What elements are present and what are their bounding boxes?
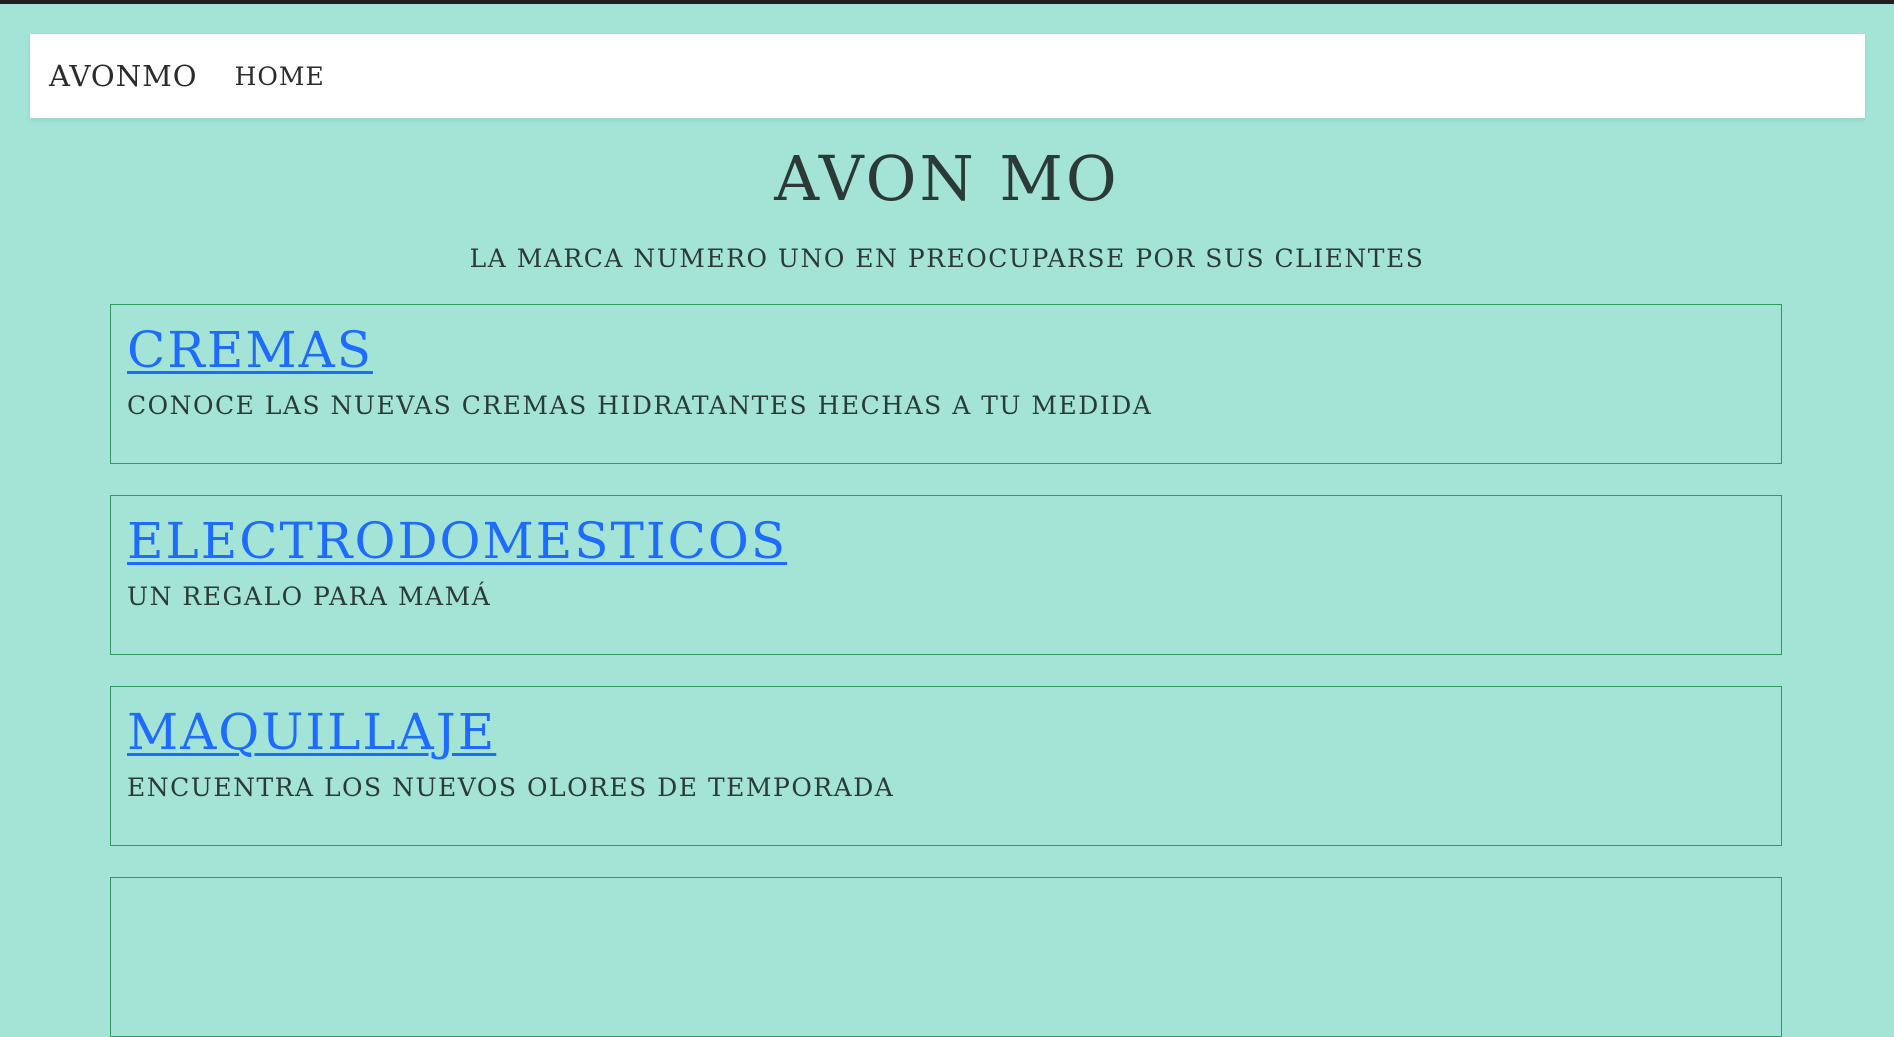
top-navbar: AVONMO HOME — [30, 34, 1865, 118]
card-title-link-cremas[interactable]: CREMAS — [127, 321, 373, 379]
page-title: AVON MO — [774, 142, 1120, 215]
brand-link[interactable]: AVONMO — [49, 59, 198, 93]
page-subtitle: LA MARCA NUMERO UNO EN PREOCUPARSE POR S… — [469, 244, 1425, 273]
card-partial — [110, 877, 1782, 1037]
card-maquillaje: MAQUILLAJE ENCUENTRA LOS NUEVOS OLORES D… — [110, 686, 1782, 846]
card-title-link-maquillaje[interactable]: MAQUILLAJE — [127, 703, 496, 761]
card-description-maquillaje: ENCUENTRA LOS NUEVOS OLORES DE TEMPORADA — [127, 773, 895, 802]
card-electrodomesticos: ELECTRODOMESTICOS UN REGALO PARA MAMÁ — [110, 495, 1782, 655]
card-description-electrodomesticos: UN REGALO PARA MAMÁ — [127, 582, 492, 611]
nav-link-home[interactable]: HOME — [235, 62, 325, 91]
card-cremas: CREMAS CONOCE LAS NUEVAS CREMAS HIDRATAN… — [110, 304, 1782, 464]
card-title-link-electrodomesticos[interactable]: ELECTRODOMESTICOS — [127, 512, 787, 570]
card-description-cremas: CONOCE LAS NUEVAS CREMAS HIDRATANTES HEC… — [127, 391, 1153, 420]
